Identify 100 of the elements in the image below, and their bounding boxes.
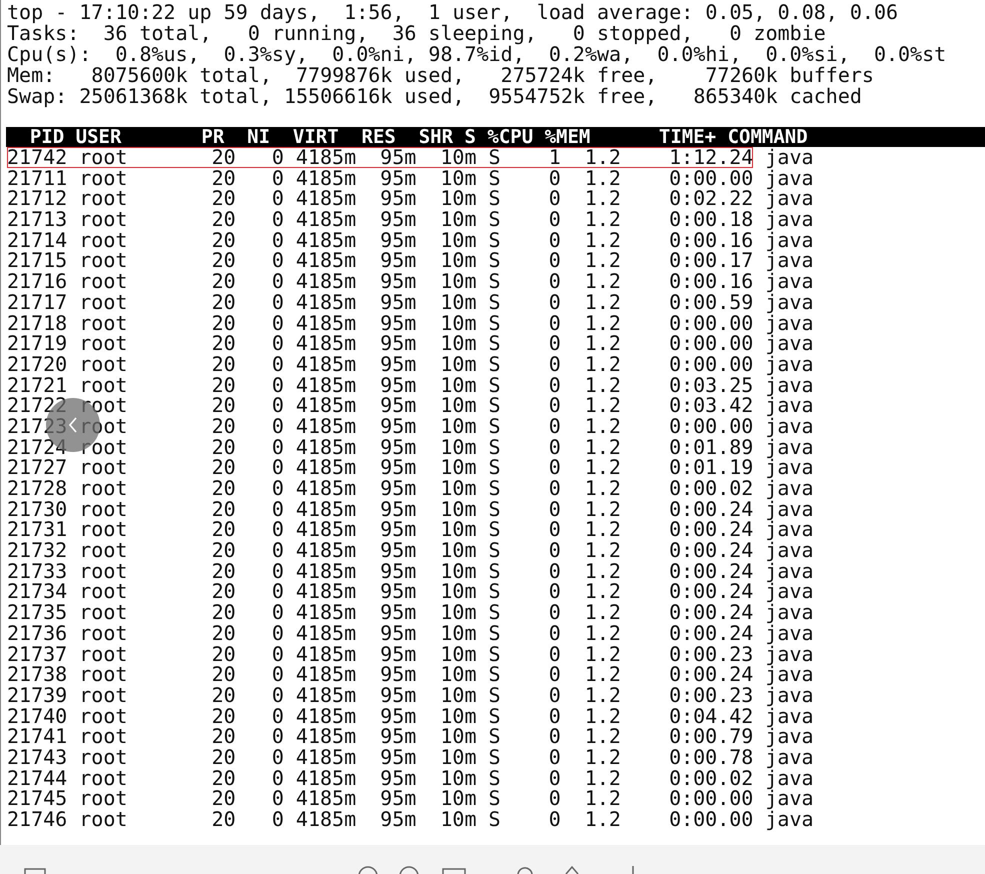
table-cell-text: 0 xyxy=(548,768,561,788)
table-cell-text: 95m xyxy=(379,147,416,168)
table-cell: 4185m xyxy=(296,664,356,685)
table-cell: S xyxy=(488,271,501,292)
table-cell-text: 95m xyxy=(379,209,416,230)
table-cell-text: root xyxy=(79,416,128,437)
table-cell-text: 1.2 xyxy=(584,168,621,188)
table-cell-text: 95m xyxy=(379,684,416,706)
table-cell-text: 10m xyxy=(439,809,476,830)
table-cell: 21737 xyxy=(7,644,68,664)
column-header: RES xyxy=(360,127,396,147)
table-cell: 4185m xyxy=(296,684,356,706)
table-cell-text: 10m xyxy=(439,436,476,458)
table-cell-text: 1.2 xyxy=(584,230,621,250)
table-cell: 21743 xyxy=(7,746,68,768)
table-cell-text: 0 xyxy=(548,664,561,685)
table-cell-text: 10m xyxy=(439,395,476,416)
table-cell-text: 95m xyxy=(379,395,416,416)
table-cell-text: 0 xyxy=(270,333,284,354)
table-cell-text: 10m xyxy=(439,519,476,540)
table-cell-text: 95m xyxy=(379,436,416,458)
table-cell-text: 0 xyxy=(270,644,284,664)
table-cell: S xyxy=(488,684,501,706)
table-cell-text: 0 xyxy=(548,746,561,768)
table-cell: 21720 xyxy=(7,354,68,375)
table-cell: 4185m xyxy=(296,644,356,664)
table-cell-text: 10m xyxy=(439,540,476,561)
table-cell-text: 0 xyxy=(548,292,561,312)
table-cell: 4185m xyxy=(296,147,356,168)
table-cell-text: 0:00.02 xyxy=(668,768,754,788)
table-cell-text: 20 xyxy=(210,292,236,312)
summary-line: Swap: 25061368k total, 15506616k used, 9554752k free, 865340k cached xyxy=(7,86,862,107)
table-cell-text: 20 xyxy=(210,436,236,458)
table-cell-text: 1.2 xyxy=(584,519,621,540)
table-cell-text: 95m xyxy=(379,602,416,623)
table-cell: S xyxy=(488,746,501,768)
summary-line: Mem: 8075600k total, 7799876k used, 275724k free, 77260k buffers xyxy=(7,65,874,86)
table-cell-text: 0 xyxy=(270,706,284,726)
table-cell-text: 1.2 xyxy=(584,581,621,602)
table-cell-text: 20 xyxy=(210,768,236,788)
table-cell: 21719 xyxy=(7,333,68,354)
table-cell-text: 0 xyxy=(270,230,284,250)
table-cell-text: 1.2 xyxy=(584,333,621,354)
table-cell: java xyxy=(765,768,814,788)
table-cell-text: root xyxy=(79,271,128,292)
table-cell-text: root xyxy=(79,395,128,416)
table-cell-text: 95m xyxy=(379,622,416,644)
table-cell: S xyxy=(488,354,501,375)
table-cell: S xyxy=(488,478,501,499)
table-cell: S xyxy=(488,581,501,602)
table-cell-text: 20 xyxy=(210,271,236,292)
column-header: PR xyxy=(200,127,224,147)
table-cell-text: 10m xyxy=(439,622,476,644)
table-cell: S xyxy=(488,230,501,250)
table-cell-text: root xyxy=(79,809,128,830)
table-cell-text: 0 xyxy=(548,560,561,582)
table-cell-text: 0:00.00 xyxy=(668,354,754,375)
table-cell-text: root xyxy=(79,478,128,499)
table-cell-text: root xyxy=(79,540,128,561)
table-cell-text: 0 xyxy=(270,374,284,396)
table-cell-text: 20 xyxy=(210,395,236,416)
table-cell-text: 0:04.42 xyxy=(668,706,754,726)
column-header: VIRT xyxy=(292,127,339,147)
table-cell: S xyxy=(488,644,501,664)
table-cell-text: 0 xyxy=(270,540,284,561)
table-cell-text: root xyxy=(79,457,128,478)
table-cell-text: 0 xyxy=(548,581,561,602)
table-cell: 21731 xyxy=(7,519,68,540)
table-cell-text: 0 xyxy=(548,354,561,375)
table-cell-text: 10m xyxy=(439,602,476,623)
column-header: NI xyxy=(246,127,270,147)
table-cell-text: 95m xyxy=(379,768,416,788)
table-cell-text: root xyxy=(79,684,128,706)
table-cell-text: root xyxy=(79,436,128,458)
table-cell-text: 1.2 xyxy=(584,436,621,458)
table-cell-text: 0 xyxy=(270,457,284,478)
table-cell: 4185m xyxy=(296,374,356,396)
table-cell-text: 20 xyxy=(210,560,236,582)
table-cell: S xyxy=(488,333,501,354)
table-cell-text: 0 xyxy=(270,436,284,458)
table-cell-text: 0:00.23 xyxy=(668,644,754,664)
table-cell-text: 1.2 xyxy=(584,788,621,809)
table-cell-text: root xyxy=(79,706,128,726)
table-cell-text: 0:00.16 xyxy=(668,230,754,250)
table-cell-text: 0:00.23 xyxy=(668,684,754,706)
table-cell-text: 10m xyxy=(439,684,476,706)
table-cell: S xyxy=(488,250,501,272)
table-cell-text: 20 xyxy=(210,230,236,250)
table-cell: 4185m xyxy=(296,168,356,188)
table-cell-text: root xyxy=(79,726,128,747)
table-cell: 21746 xyxy=(7,809,68,830)
table-cell-text: 95m xyxy=(379,188,416,210)
table-cell-text: 0 xyxy=(548,312,561,334)
table-cell: java xyxy=(765,457,814,478)
table-cell-text: 95m xyxy=(379,581,416,602)
table-cell-text: 1.2 xyxy=(584,188,621,210)
table-cell: 21721 xyxy=(7,374,68,396)
table-cell-text: 20 xyxy=(210,188,236,210)
table-cell: java xyxy=(765,664,814,685)
table-cell: 21742 xyxy=(7,147,68,168)
